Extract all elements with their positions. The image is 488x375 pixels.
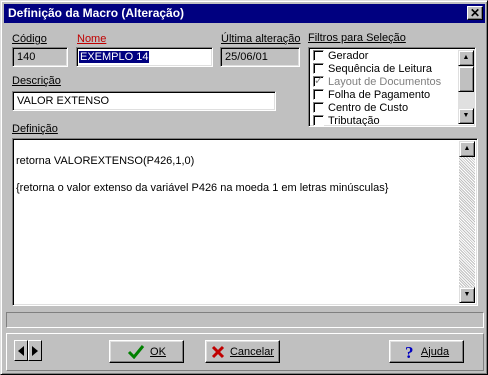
window-title: Definição da Macro (Alteração) bbox=[8, 6, 185, 20]
question-mark-icon: ? bbox=[405, 344, 414, 360]
definicao-line: {retorna o valor extenso da variável P42… bbox=[16, 182, 389, 194]
ok-button[interactable]: OK bbox=[109, 340, 184, 363]
filtros-label: Filtros para Seleção bbox=[308, 32, 406, 44]
checkbox[interactable] bbox=[313, 50, 324, 61]
filtro-item-tributacao[interactable]: Tributação bbox=[313, 115, 380, 126]
filtros-list[interactable]: Gerador Sequência de Leitura Layout de D… bbox=[308, 47, 476, 127]
scroll-thumb[interactable] bbox=[458, 66, 474, 92]
scroll-down-button[interactable]: ▼ bbox=[459, 287, 475, 303]
help-button[interactable]: ? Ajuda bbox=[389, 340, 464, 363]
checkbox[interactable] bbox=[313, 115, 324, 126]
filtro-item-layout-documentos: Layout de Documentos bbox=[313, 74, 441, 89]
close-button[interactable]: ✕ bbox=[467, 6, 483, 20]
checkbox[interactable] bbox=[313, 89, 324, 100]
codigo-field: 140 bbox=[12, 47, 68, 67]
arrow-left-icon bbox=[18, 345, 24, 356]
help-label: Ajuda bbox=[420, 345, 450, 358]
descricao-value: VALOR EXTENSO bbox=[17, 95, 110, 107]
cancel-x-icon bbox=[211, 345, 225, 358]
definicao-line: retorna VALOREXTENSO(P426,1,0) bbox=[16, 155, 195, 167]
ultima-alteracao-value: 25/06/01 bbox=[225, 51, 268, 63]
checkmark-icon bbox=[127, 345, 145, 359]
arrow-right-icon bbox=[32, 345, 38, 356]
cancel-label: Cancelar bbox=[229, 345, 275, 358]
codigo-label: Código bbox=[12, 33, 47, 45]
filtros-scrollbar[interactable]: ▲ ▼ bbox=[458, 50, 474, 124]
arrow-down-icon: ▼ bbox=[462, 112, 470, 119]
filtro-item-gerador[interactable]: Gerador bbox=[313, 50, 368, 63]
next-button[interactable] bbox=[28, 340, 42, 361]
ultima-alteracao-field: 25/06/01 bbox=[220, 47, 300, 67]
macro-definition-dialog: Definição da Macro (Alteração) ✕ Código … bbox=[0, 0, 488, 375]
definicao-editor[interactable]: retorna VALOREXTENSO(P426,1,0) {retorna … bbox=[12, 138, 478, 306]
nome-input[interactable]: EXEMPLO 14 bbox=[76, 47, 213, 67]
checkbox[interactable] bbox=[313, 63, 324, 74]
filtro-item-centro-custo[interactable]: Centro de Custo bbox=[313, 102, 408, 115]
checkbox[interactable] bbox=[313, 102, 324, 113]
navigation-arrows bbox=[14, 340, 43, 361]
close-icon: ✕ bbox=[469, 6, 481, 20]
arrow-up-icon: ▲ bbox=[462, 54, 470, 61]
cancel-button[interactable]: Cancelar bbox=[205, 340, 280, 363]
scroll-down-button[interactable]: ▼ bbox=[458, 108, 474, 124]
definicao-label: Definição bbox=[12, 123, 58, 135]
title-bar: Definição da Macro (Alteração) ✕ bbox=[4, 4, 485, 23]
scroll-up-button[interactable]: ▲ bbox=[459, 141, 475, 157]
definicao-scrollbar[interactable]: ▲ ▼ bbox=[459, 141, 475, 303]
ok-label: OK bbox=[150, 345, 166, 358]
scroll-up-button[interactable]: ▲ bbox=[458, 50, 474, 66]
checkbox-checked bbox=[313, 74, 324, 87]
arrow-up-icon: ▲ bbox=[463, 145, 471, 152]
status-bar bbox=[6, 312, 484, 328]
svg-text:?: ? bbox=[405, 344, 414, 360]
codigo-value: 140 bbox=[17, 51, 36, 63]
nome-label: Nome bbox=[77, 33, 107, 45]
filtro-item-folha-pagamento[interactable]: Folha de Pagamento bbox=[313, 89, 430, 102]
filtro-item-sequencia-leitura[interactable]: Sequência de Leitura bbox=[313, 63, 432, 76]
arrow-down-icon: ▼ bbox=[463, 291, 471, 298]
ultima-alteracao-label: Última alteração bbox=[221, 33, 301, 45]
descricao-label: Descrição bbox=[12, 75, 61, 87]
descricao-input[interactable]: VALOR EXTENSO bbox=[12, 91, 276, 111]
nome-value: EXEMPLO 14 bbox=[79, 51, 150, 63]
previous-button[interactable] bbox=[14, 340, 28, 361]
